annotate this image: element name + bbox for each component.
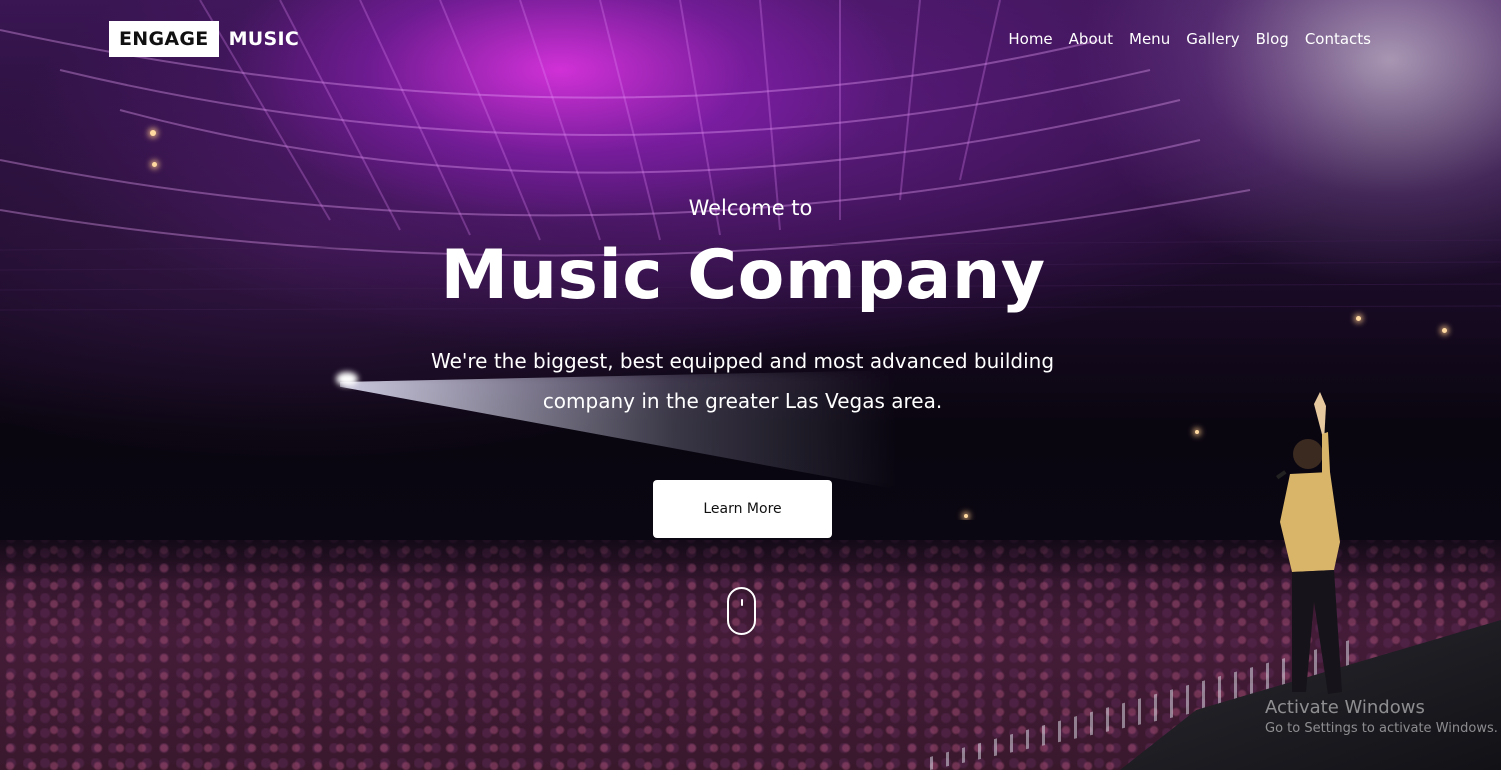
nav-link-home[interactable]: Home <box>1008 29 1052 49</box>
hero-title: Music Company <box>440 236 1046 315</box>
nav-link-menu[interactable]: Menu <box>1129 29 1170 49</box>
watermark-subtitle: Go to Settings to activate Windows. <box>1265 721 1498 736</box>
scroll-wheel-dot <box>741 599 743 606</box>
arena-light <box>1442 328 1447 333</box>
nav-link-gallery[interactable]: Gallery <box>1186 29 1239 49</box>
arena-light <box>150 130 156 136</box>
brand-logo[interactable]: ENGAGE MUSIC <box>109 21 299 57</box>
nav-link-contacts[interactable]: Contacts <box>1305 29 1371 49</box>
arena-light <box>1356 316 1361 321</box>
spotlight-source <box>336 372 358 386</box>
logo-text: MUSIC <box>228 28 300 50</box>
logo-box-text: ENGAGE <box>109 21 219 57</box>
performer-silhouette <box>1276 392 1342 694</box>
nav-item: Contacts <box>1289 29 1371 49</box>
watermark-title: Activate Windows <box>1265 697 1425 718</box>
arena-light <box>152 162 157 167</box>
nav-item: Menu <box>1113 29 1170 49</box>
windows-activation-watermark: Activate Windows Go to Settings to activ… <box>1265 697 1498 736</box>
hero-section: ENGAGE MUSIC Home About Menu Gallery Blo… <box>0 0 1501 770</box>
arena-light <box>964 514 968 518</box>
arena-light <box>1195 430 1199 434</box>
learn-more-button[interactable]: Learn More <box>653 480 832 538</box>
nav-item: Home <box>992 29 1052 49</box>
hero-subtitle: We're the biggest, best equipped and mos… <box>430 349 1055 413</box>
nav-item: Blog <box>1240 29 1289 49</box>
nav-list: Home About Menu Gallery Blog Contacts <box>992 29 1371 49</box>
mouse-scroll-icon[interactable] <box>727 587 756 635</box>
hero-welcome: Welcome to <box>688 196 813 220</box>
nav-item: Gallery <box>1170 29 1239 49</box>
nav-link-blog[interactable]: Blog <box>1256 29 1289 49</box>
nav-item: About <box>1053 29 1113 49</box>
nav-link-about[interactable]: About <box>1069 29 1113 49</box>
